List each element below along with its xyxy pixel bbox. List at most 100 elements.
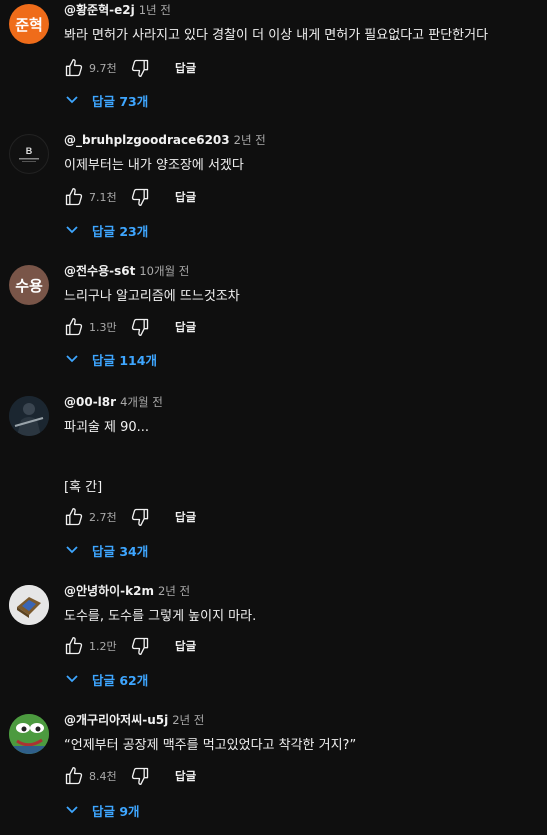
like-count: 2.7천: [89, 511, 117, 524]
reply-button[interactable]: 답글: [175, 60, 196, 76]
avatar[interactable]: [9, 714, 49, 754]
thumbs-down-icon: [131, 59, 149, 78]
dislike-button[interactable]: [128, 56, 152, 80]
comment-line: 느리구나 알고리즘에 뜨느것조차: [64, 289, 240, 304]
like-button[interactable]: [62, 56, 86, 80]
thumbs-up-icon: [65, 188, 83, 206]
thumbs-down-icon: [131, 318, 149, 336]
action-bar: 7.1천 답글: [62, 185, 196, 209]
chevron-down-icon: [66, 226, 78, 234]
timestamp[interactable]: 4개월 전: [120, 395, 163, 409]
timestamp[interactable]: 10개월 전: [139, 264, 189, 278]
view-replies-button[interactable]: 답글 9개: [66, 798, 140, 822]
reply-button[interactable]: 답글: [175, 768, 196, 784]
comment-line: [혹 간]: [64, 480, 103, 495]
comment-header: @00-l8r 4개월 전: [64, 393, 163, 411]
dislike-button[interactable]: [128, 185, 152, 209]
like-button[interactable]: [62, 185, 86, 209]
thumbs-up-icon: [65, 767, 83, 785]
avatar-initials: 준혁: [15, 15, 43, 34]
timestamp[interactable]: 1년 전: [139, 3, 171, 17]
chevron-down-icon: [66, 96, 78, 104]
like-count: 1.2만: [89, 640, 117, 653]
avatar-photo: [9, 714, 49, 754]
chevron-down-icon: [66, 675, 78, 683]
thumbs-down-icon: [131, 188, 149, 206]
dislike-button[interactable]: [128, 764, 152, 788]
like-button[interactable]: [62, 315, 86, 339]
replies-count-label: 답글 62개: [92, 672, 149, 688]
chevron-down-icon: [66, 546, 78, 554]
comment-line: 도수를, 도수를 그렇게 높이지 마라.: [64, 609, 257, 624]
replies-count-label: 답글 114개: [92, 352, 157, 368]
view-replies-button[interactable]: 답글 62개: [66, 667, 148, 691]
action-bar: 8.4천 답글: [62, 764, 196, 788]
avatar[interactable]: [9, 396, 49, 436]
thumbs-down-icon: [131, 508, 149, 526]
thumbs-up-icon: [65, 318, 83, 336]
dislike-button[interactable]: [128, 315, 152, 339]
action-bar: 9.7천 답글: [62, 56, 196, 80]
timestamp[interactable]: 2년 전: [172, 713, 204, 727]
like-button[interactable]: [62, 764, 86, 788]
replies-count-label: 답글 23개: [92, 223, 149, 239]
comment-header: @황준혁-e2j 1년 전: [64, 1, 171, 19]
comment-text: 봐라 면허가 사라지고 있다 경찰이 더 이상 내게 면허가 필요없다고 판단한…: [64, 26, 488, 46]
comment-text: “언제부터 공장제 맥주를 먹고있었다고 착각한 거지?”: [64, 736, 356, 756]
author-name[interactable]: @전수용-s6t: [64, 264, 135, 278]
action-bar: 2.7천 답글: [62, 505, 196, 529]
comment-text: 느리구나 알고리즘에 뜨느것조차: [64, 287, 240, 307]
comment-header: @개구리아저씨-u5j 2년 전: [64, 711, 204, 729]
avatar[interactable]: [9, 585, 49, 625]
avatar-photo: [9, 396, 49, 436]
comment-text: 이제부터는 내가 양조장에 서겠다: [64, 156, 244, 176]
view-replies-button[interactable]: 답글 114개: [66, 347, 157, 371]
author-name[interactable]: @안녕하이-k2m: [64, 584, 154, 598]
author-name[interactable]: @00-l8r: [64, 395, 116, 409]
view-replies-button[interactable]: 답글 73개: [66, 88, 148, 112]
comment-text: 파괴술 제 90... [혹 간]: [64, 418, 149, 498]
view-replies-button[interactable]: 답글 34개: [66, 538, 148, 562]
reply-button[interactable]: 답글: [175, 189, 196, 205]
timestamp[interactable]: 2년 전: [234, 133, 266, 147]
thumbs-up-icon: [65, 637, 83, 655]
thumbs-down-icon: [131, 637, 149, 655]
timestamp[interactable]: 2년 전: [158, 584, 190, 598]
reply-button[interactable]: 답글: [175, 509, 196, 525]
like-count: 7.1천: [89, 191, 117, 204]
comment-header: @_bruhplzgoodrace6203 2년 전: [64, 131, 266, 149]
replies-count-label: 답글 9개: [92, 803, 140, 819]
thumbs-up-icon: [65, 508, 83, 526]
channel-logo: B: [19, 146, 39, 162]
like-button[interactable]: [62, 505, 86, 529]
dislike-button[interactable]: [128, 505, 152, 529]
author-name[interactable]: @개구리아저씨-u5j: [64, 713, 168, 727]
avatar[interactable]: 수용: [9, 265, 49, 305]
like-button[interactable]: [62, 634, 86, 658]
reply-button[interactable]: 답글: [175, 638, 196, 654]
comment-line: [64, 438, 149, 478]
action-bar: 1.3만 답글: [62, 315, 196, 339]
action-bar: 1.2만 답글: [62, 634, 196, 658]
avatar-photo: [9, 585, 49, 625]
thumbs-down-icon: [131, 767, 149, 785]
dislike-button[interactable]: [128, 634, 152, 658]
reply-button[interactable]: 답글: [175, 319, 196, 335]
svg-text:B: B: [26, 146, 33, 156]
like-count: 8.4천: [89, 770, 117, 783]
comment-header: @전수용-s6t 10개월 전: [64, 262, 189, 280]
comment-line: 파괴술 제 90...: [64, 420, 150, 435]
avatar-initials: 수용: [15, 276, 43, 295]
comment-line: 봐라 면허가 사라지고 있다 경찰이 더 이상 내게 면허가 필요없다고 판단한…: [64, 28, 489, 43]
author-name[interactable]: @_bruhplzgoodrace6203: [64, 133, 230, 147]
comment-line: “언제부터 공장제 맥주를 먹고있었다고 착각한 거지?”: [64, 738, 357, 753]
author-name[interactable]: @황준혁-e2j: [64, 3, 135, 17]
avatar[interactable]: 준혁: [9, 4, 49, 44]
like-count: 1.3만: [89, 321, 117, 334]
like-count: 9.7천: [89, 62, 117, 75]
comment-header: @안녕하이-k2m 2년 전: [64, 582, 190, 600]
chevron-down-icon: [66, 806, 78, 814]
comment-line: 이제부터는 내가 양조장에 서겠다: [64, 158, 244, 173]
avatar[interactable]: B: [9, 134, 49, 174]
view-replies-button[interactable]: 답글 23개: [66, 218, 148, 242]
